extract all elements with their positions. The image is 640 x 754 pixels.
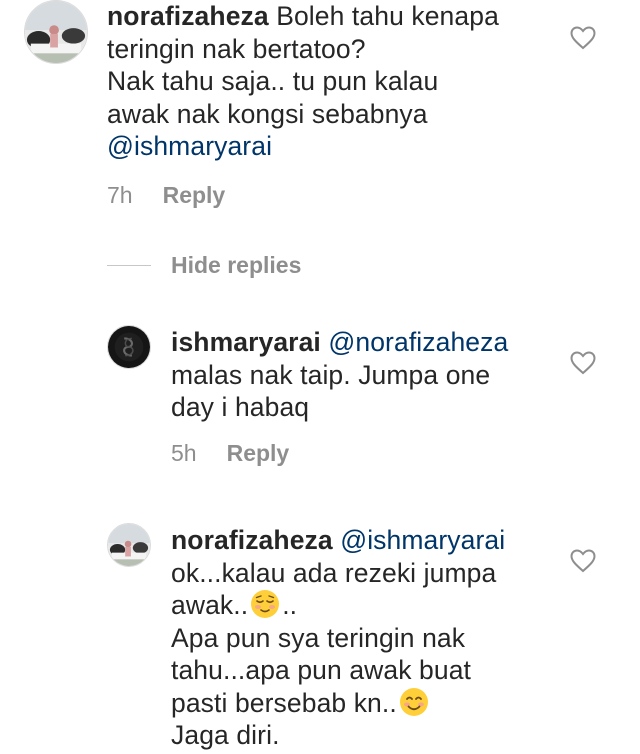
reply-line: .. xyxy=(282,590,298,620)
comment-line: teringin nak bertatoo? xyxy=(107,33,366,64)
reply-line: ok...kalau ada rezeki jumpa xyxy=(171,557,497,588)
heart-outline-icon[interactable] xyxy=(570,26,596,50)
reply-line: malas nak taip. Jumpa one xyxy=(171,359,491,390)
reply-username[interactable]: ishmaryarai xyxy=(171,327,321,357)
comment-line: Boleh tahu kenapa xyxy=(276,1,499,31)
reply-line: day i habaq xyxy=(171,392,310,422)
reply-line: Jaga diri. xyxy=(171,720,280,750)
avatar[interactable] xyxy=(107,523,151,567)
mention-link[interactable]: @ishmaryarai xyxy=(340,525,505,555)
reply-text: ishmaryarai @norafizaheza malas nak taip… xyxy=(171,326,561,424)
reply-line: Apa pun sya teringin nak xyxy=(171,622,466,653)
reply-username[interactable]: norafizaheza xyxy=(171,525,333,555)
mention-link[interactable]: @ishmaryarai xyxy=(107,131,272,161)
reply-button[interactable]: Reply xyxy=(227,440,290,467)
comment-username[interactable]: norafizaheza xyxy=(107,1,269,31)
comment-meta: 7h Reply xyxy=(107,182,225,209)
mention-link[interactable]: @norafizaheza xyxy=(328,327,508,357)
hide-replies-toggle[interactable]: Hide replies xyxy=(107,252,301,279)
reply-line: awak.. xyxy=(171,590,249,620)
heart-outline-icon[interactable] xyxy=(570,549,596,573)
heart-outline-icon[interactable] xyxy=(570,351,596,375)
avatar[interactable] xyxy=(107,325,151,369)
reply-time: 5h xyxy=(171,440,197,466)
reply-button[interactable]: Reply xyxy=(163,182,226,209)
reply-text: norafizaheza @ishmaryarai ok...kalau ada… xyxy=(171,524,561,752)
comment-time: 7h xyxy=(107,182,133,208)
avatar-photo xyxy=(108,326,150,368)
smiling-face-emoji xyxy=(399,687,428,716)
avatar-photo xyxy=(25,1,87,63)
hide-replies-label[interactable]: Hide replies xyxy=(171,252,301,279)
divider-line xyxy=(107,264,151,267)
reply-line: tahu...apa pun awak buat xyxy=(171,655,472,685)
reply-line: pasti bersebab kn.. xyxy=(171,687,397,718)
avatar-photo xyxy=(108,524,150,566)
comment-line: Nak tahu saja.. tu pun kalau xyxy=(107,66,439,96)
reply-meta: 5h Reply xyxy=(171,440,289,467)
comment-text: norafizaheza Boleh tahu kenapa teringin … xyxy=(107,0,577,163)
comment-line: awak nak kongsi sebabnya xyxy=(107,98,428,129)
relieved-face-emoji xyxy=(251,590,280,618)
avatar[interactable] xyxy=(24,0,88,64)
